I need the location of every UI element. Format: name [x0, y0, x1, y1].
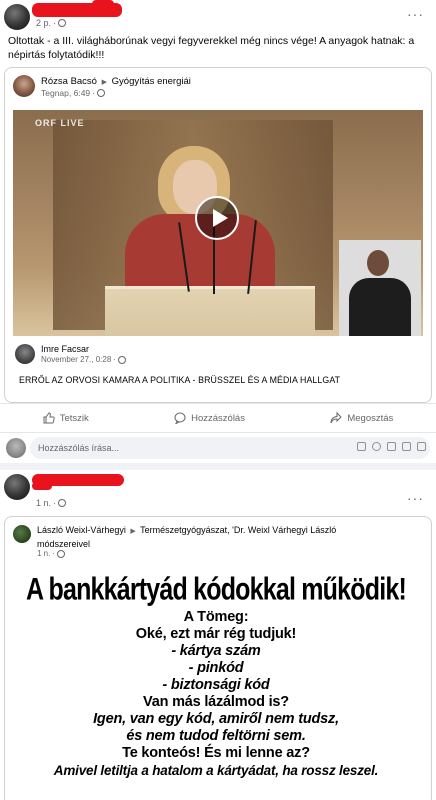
signer-head: [367, 250, 389, 276]
meme-title: A bankkártyád kódokkal működik!: [26, 572, 407, 607]
comment-composer: Hozzászólás írása...: [0, 432, 436, 464]
meme-line: - kártya szám: [171, 643, 261, 659]
meme-line: Te konteós! És mi lenne az?: [122, 745, 310, 761]
emoji-icon[interactable]: [372, 442, 381, 451]
avatar[interactable]: [13, 525, 31, 543]
redacted-name-mark: [32, 482, 52, 490]
avatar[interactable]: [4, 4, 30, 30]
inner-text: ERRŐL AZ ORVOSI KAMARA A POLITIKA - BRÜS…: [19, 375, 341, 385]
meme-image[interactable]: A bankkártyád kódokkal működik! A Tömeg:…: [10, 568, 422, 798]
feed-post: 2 p. · ··· Oltottak - a III. világháború…: [0, 0, 436, 463]
share-label: Megosztás: [347, 412, 394, 424]
feed-post: 1 n. · ··· László Weixl-Várhegyi ▶ Termé…: [0, 470, 436, 800]
globe-icon: [97, 89, 105, 97]
post-time[interactable]: 1 n.: [36, 498, 51, 508]
news-feed: 2 p. · ··· Oltottak - a III. világháború…: [0, 0, 436, 800]
meme-line: - pinkód: [188, 660, 244, 676]
arrow-right-icon: ▶: [101, 79, 108, 86]
post-time[interactable]: 2 p.: [36, 18, 51, 28]
globe-icon: [117, 355, 126, 364]
sticker-icon[interactable]: [357, 442, 366, 451]
inner-meta: November 27., 0:28 ·: [41, 355, 126, 364]
shared-author-line: Rózsa Bacsó ▶ Gyógyítás energiái: [41, 76, 191, 87]
inner-time[interactable]: November 27., 0:28: [41, 355, 111, 364]
more-options-icon[interactable]: ···: [407, 490, 424, 506]
meme-line: Amivel letiltja a hatalom a kártyádat, h…: [53, 763, 379, 778]
post-header: 1 n. · ···: [0, 470, 436, 508]
shared-author[interactable]: Rózsa Bacsó: [41, 76, 97, 87]
gif-icon[interactable]: [402, 442, 411, 451]
shared-post-header: Rózsa Bacsó ▶ Gyógyítás energiái Tegnap,…: [5, 68, 431, 104]
shared-author-line: László Weixl-Várhegyi ▶ Természetgyógyás…: [37, 524, 387, 550]
play-icon[interactable]: [195, 196, 239, 240]
shared-post-header: László Weixl-Várhegyi ▶ Természetgyógyás…: [5, 517, 431, 563]
thumbs-up-icon: [43, 412, 55, 424]
post-actions: Tetszik Hozzászólás Megosztás: [0, 403, 436, 433]
shared-meta: Tegnap, 6:49 ·: [41, 88, 105, 98]
meme-line: és nem tudod feltörni sem.: [126, 728, 306, 744]
avatar[interactable]: [13, 75, 35, 97]
avatar[interactable]: [15, 344, 35, 364]
more-options-icon[interactable]: ···: [407, 6, 424, 22]
avatar-sticker-icon[interactable]: [417, 442, 426, 451]
meme-line: Oké, ezt már rég tudjuk!: [135, 626, 297, 642]
video-player[interactable]: ORF LIVE: [13, 110, 423, 336]
post-header: 2 p. · ···: [0, 0, 436, 34]
post-meta: 2 p. ·: [36, 18, 67, 28]
meme-line: Van más lázálmod is?: [143, 694, 289, 710]
video-post-info: Imre Facsar November 27., 0:28 · ERRŐL A…: [13, 340, 423, 398]
comment-label: Hozzászólás: [191, 412, 245, 424]
post-text: Oltottak - a III. világháborúnak vegyi f…: [8, 35, 415, 61]
sign-language-inset: [339, 240, 421, 336]
redacted-name-mark: [92, 0, 114, 8]
meme-line: Igen, van egy kód, amiről nem tudsz,: [93, 711, 339, 727]
meme-line: A Tömeg:: [183, 609, 249, 625]
shared-meta: 1 n. ·: [37, 549, 66, 558]
comment-tools: [357, 442, 426, 451]
globe-icon: [58, 499, 67, 507]
meme-line: - biztonsági kód: [162, 677, 270, 693]
shared-author[interactable]: László Weixl-Várhegyi: [37, 525, 126, 535]
avatar: [6, 438, 26, 458]
comment-icon: [174, 412, 186, 424]
like-button[interactable]: Tetszik: [43, 412, 89, 424]
shared-time[interactable]: 1 n.: [37, 549, 50, 558]
avatar[interactable]: [4, 474, 30, 500]
globe-icon: [57, 549, 66, 558]
signer-body: [349, 278, 411, 336]
podium: [105, 286, 315, 336]
camera-icon[interactable]: [387, 442, 396, 451]
shared-post-card[interactable]: Rózsa Bacsó ▶ Gyógyítás energiái Tegnap,…: [4, 67, 432, 403]
inner-author[interactable]: Imre Facsar: [41, 344, 89, 354]
shared-time[interactable]: Tegnap, 6:49: [41, 88, 90, 98]
shared-group[interactable]: Gyógyítás energiái: [112, 76, 191, 87]
globe-icon: [58, 19, 67, 27]
comment-button[interactable]: Hozzászólás: [174, 412, 245, 424]
like-label: Tetszik: [59, 412, 89, 424]
share-button[interactable]: Megosztás: [330, 412, 393, 424]
broadcaster-logo: ORF LIVE: [35, 118, 85, 128]
arrow-right-icon: ▶: [130, 528, 136, 535]
share-icon: [330, 412, 343, 424]
post-meta: 1 n. ·: [36, 498, 67, 508]
